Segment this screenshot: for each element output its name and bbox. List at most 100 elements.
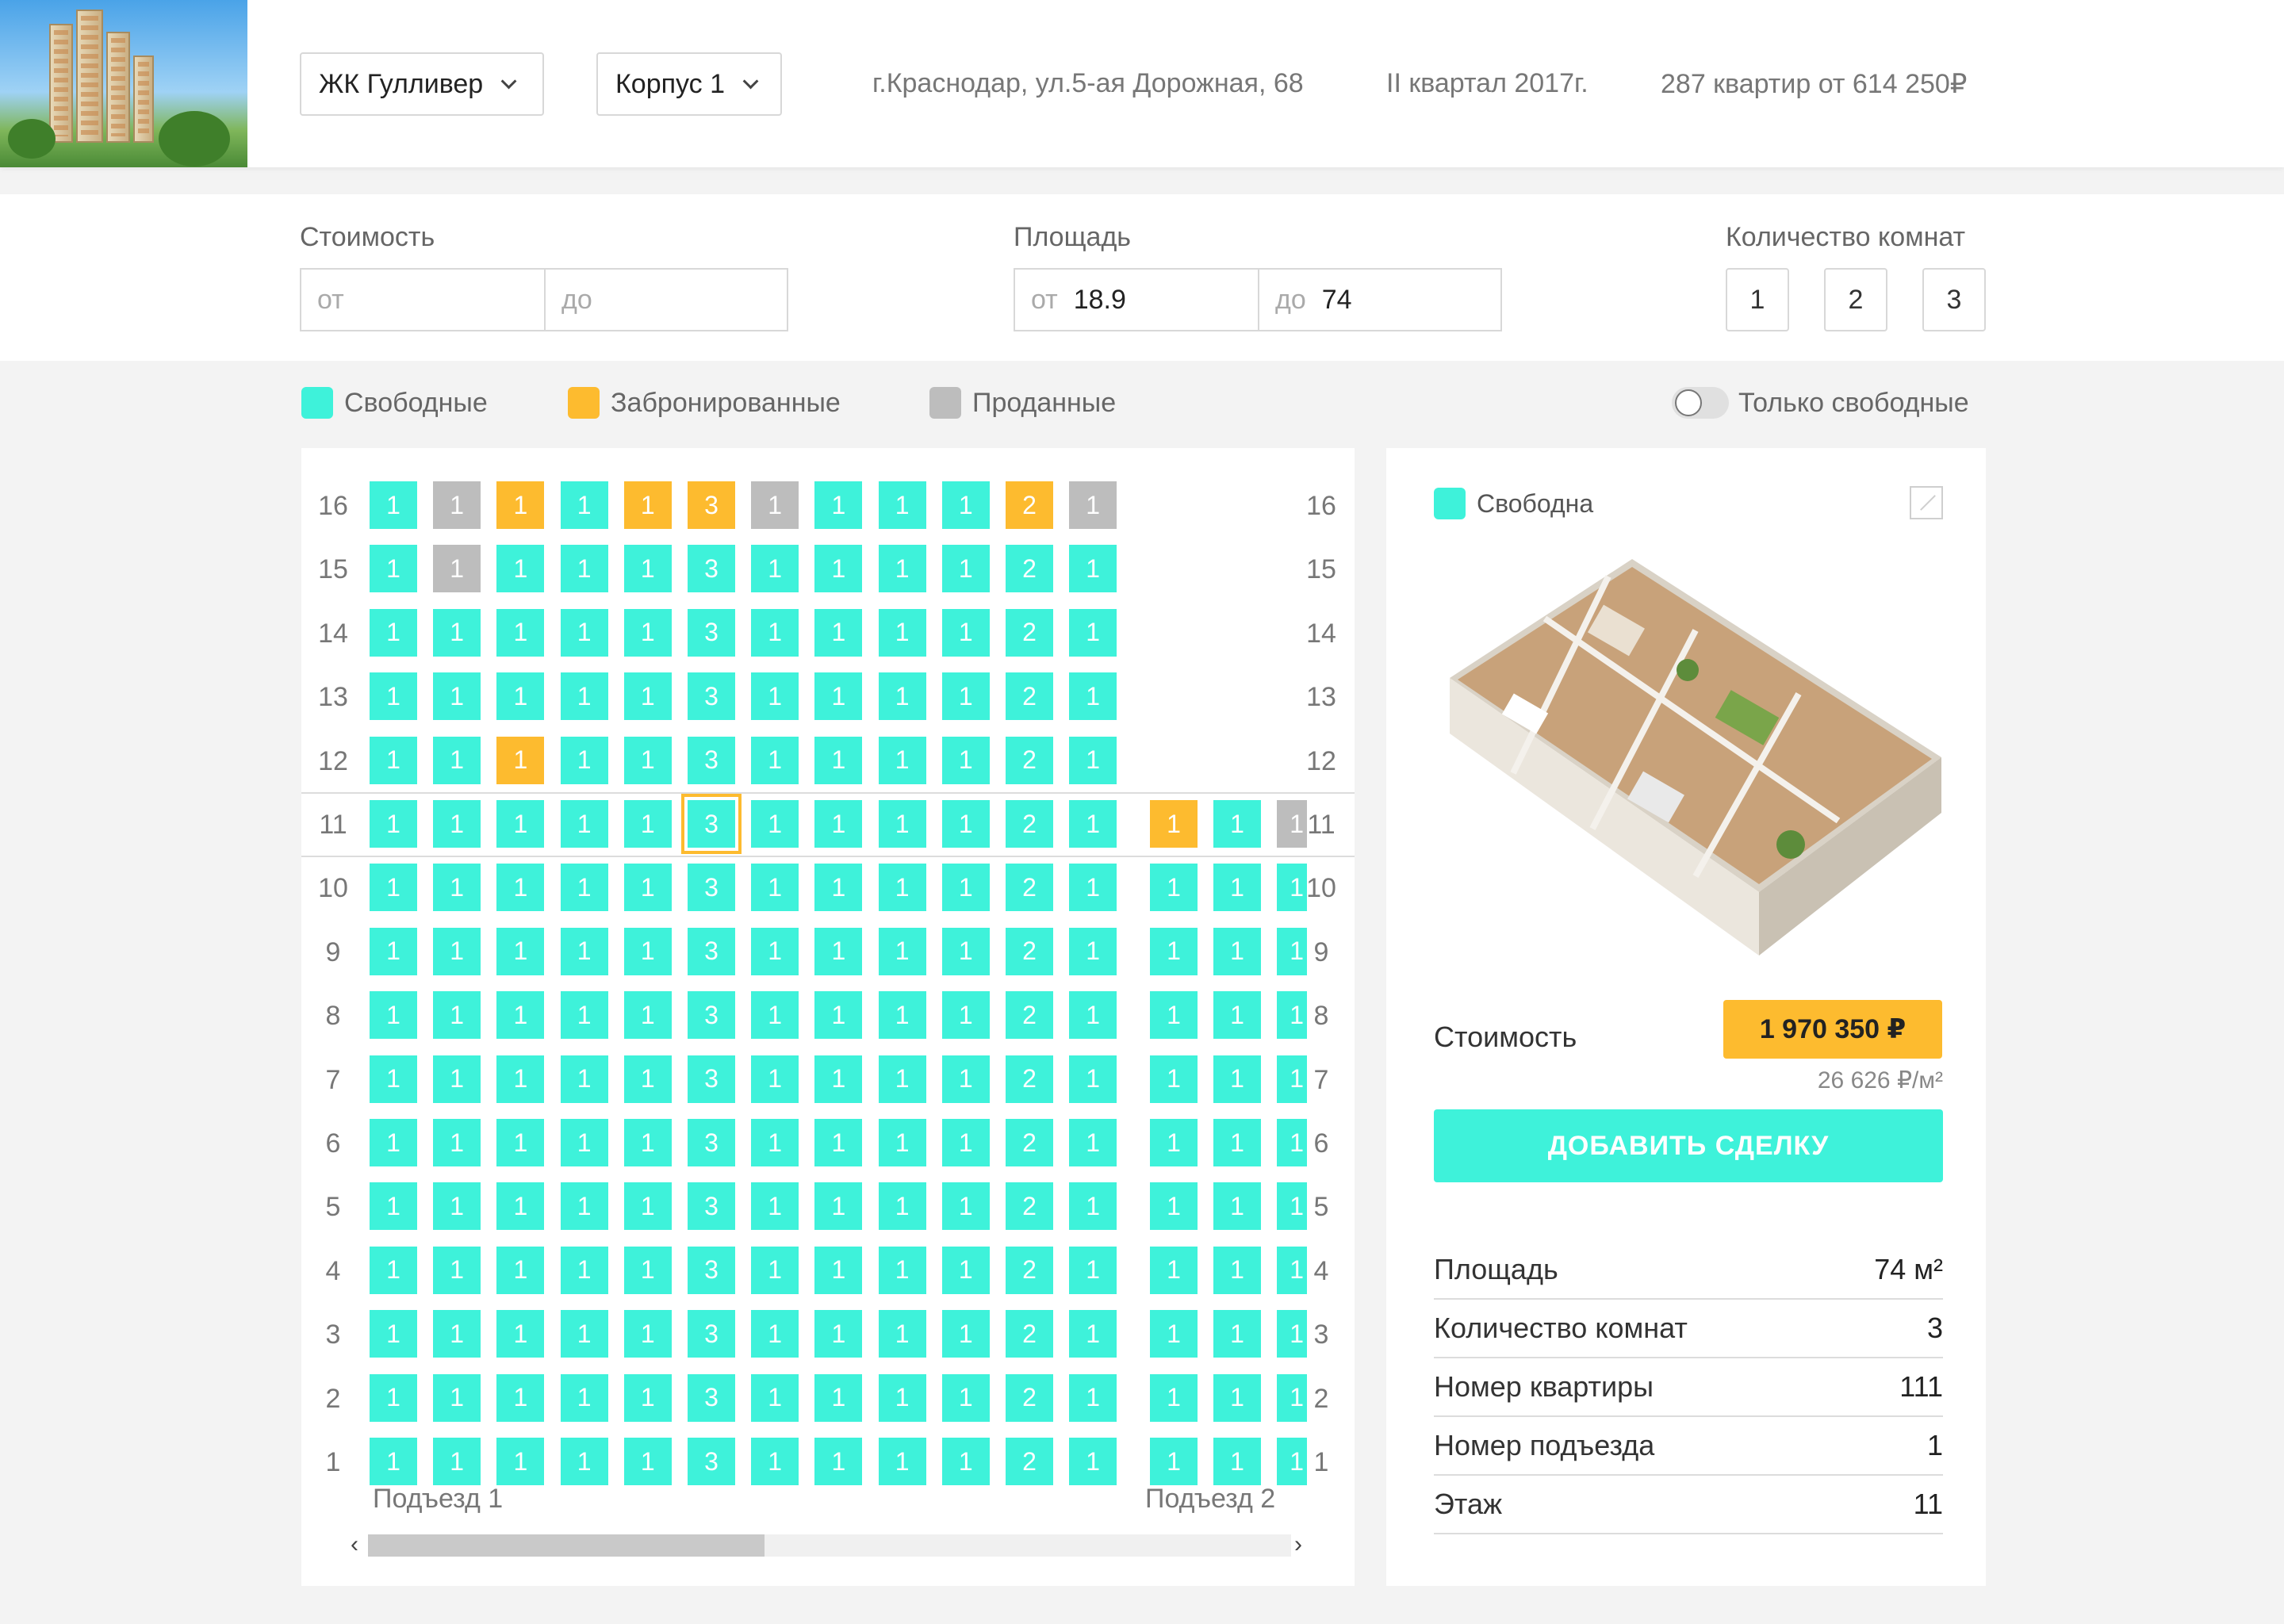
apartment-cell[interactable]: 1: [751, 800, 799, 848]
apartment-cell[interactable]: 1: [941, 927, 990, 975]
apartment-cell[interactable]: 1: [496, 800, 545, 848]
apartment-cell[interactable]: 1: [370, 672, 417, 721]
apartment-cell[interactable]: 1: [1069, 481, 1117, 529]
apartment-cell[interactable]: 1: [496, 1119, 545, 1166]
apartment-cell[interactable]: 1: [560, 1310, 608, 1358]
apartment-cell[interactable]: 1: [496, 991, 545, 1040]
apartment-cell[interactable]: 1: [623, 1182, 672, 1231]
apartment-cell[interactable]: 1: [941, 545, 990, 593]
apartment-cell[interactable]: 1: [878, 991, 926, 1040]
apartment-cell[interactable]: 1: [1213, 991, 1261, 1040]
apartment-cell[interactable]: 1: [560, 1438, 608, 1485]
apartment-cell[interactable]: 1: [1277, 1182, 1307, 1231]
apartment-cell[interactable]: 1: [941, 1182, 990, 1231]
apartment-cell[interactable]: 3: [681, 794, 742, 854]
apartment-cell[interactable]: 1: [1213, 1119, 1261, 1166]
apartment-cell[interactable]: 1: [433, 1310, 481, 1358]
apartment-cell[interactable]: 1: [1069, 1246, 1117, 1294]
apartment-cell[interactable]: 1: [433, 608, 481, 657]
apartment-cell[interactable]: 1: [623, 864, 672, 912]
apartment-cell[interactable]: 1: [751, 545, 799, 593]
apartment-cell[interactable]: 1: [878, 800, 926, 848]
apartment-cell[interactable]: 1: [1069, 1438, 1117, 1485]
apartment-cell[interactable]: 1: [878, 927, 926, 975]
apartment-cell[interactable]: 3: [688, 672, 735, 721]
scroll-left-icon[interactable]: ‹: [351, 1531, 358, 1558]
apartment-cell[interactable]: 1: [1150, 1438, 1198, 1485]
price-from-input[interactable]: от: [301, 270, 544, 330]
apartment-cell[interactable]: 1: [751, 1055, 799, 1103]
apartment-cell[interactable]: 1: [623, 1246, 672, 1294]
apartment-cell[interactable]: 1: [1213, 864, 1261, 912]
apartment-cell[interactable]: 1: [1069, 800, 1117, 848]
apartment-cell[interactable]: 2: [1006, 1246, 1053, 1294]
apartment-cell[interactable]: 3: [688, 1119, 735, 1166]
apartment-cell[interactable]: 1: [814, 736, 863, 784]
apartment-cell[interactable]: 1: [814, 864, 863, 912]
apartment-cell[interactable]: 2: [1006, 736, 1053, 784]
apartment-cell[interactable]: 1: [560, 736, 608, 784]
price-to-input[interactable]: до: [544, 270, 787, 330]
apartment-cell[interactable]: 1: [370, 1119, 417, 1166]
apartment-cell[interactable]: 1: [496, 672, 545, 721]
apartment-cell[interactable]: 3: [688, 545, 735, 593]
apartment-cell[interactable]: 1: [751, 927, 799, 975]
apartment-cell[interactable]: 3: [688, 481, 735, 529]
apartment-cell[interactable]: 1: [1069, 672, 1117, 721]
apartment-cell[interactable]: 2: [1006, 1373, 1053, 1422]
apartment-cell[interactable]: 1: [370, 736, 417, 784]
apartment-cell[interactable]: 1: [370, 608, 417, 657]
apartment-cell[interactable]: 1: [751, 736, 799, 784]
apartment-cell[interactable]: 2: [1006, 991, 1053, 1040]
apartment-cell[interactable]: 1: [623, 927, 672, 975]
apartment-cell[interactable]: 1: [941, 1373, 990, 1422]
apartment-cell[interactable]: 1: [1069, 991, 1117, 1040]
apartment-cell[interactable]: 1: [370, 1182, 417, 1231]
apartment-cell[interactable]: 1: [496, 1055, 545, 1103]
apartment-cell[interactable]: 1: [433, 1182, 481, 1231]
apartment-cell[interactable]: 3: [688, 736, 735, 784]
apartment-cell[interactable]: 1: [941, 1438, 990, 1485]
apartment-cell[interactable]: 1: [370, 800, 417, 848]
apartment-cell[interactable]: 2: [1006, 481, 1053, 529]
apartment-cell[interactable]: 1: [941, 1246, 990, 1294]
apartment-cell[interactable]: 1: [751, 991, 799, 1040]
apartment-cell[interactable]: 3: [688, 864, 735, 912]
apartment-cell[interactable]: 3: [688, 1182, 735, 1231]
apartment-cell[interactable]: 1: [1069, 545, 1117, 593]
apartment-cell[interactable]: 1: [751, 1310, 799, 1358]
apartment-cell[interactable]: 1: [878, 608, 926, 657]
building-select[interactable]: Корпус 1: [596, 52, 782, 116]
building-thumbnail[interactable]: [0, 0, 247, 167]
apartment-cell[interactable]: 1: [878, 1373, 926, 1422]
apartment-cell[interactable]: 1: [878, 1182, 926, 1231]
apartment-cell[interactable]: 1: [751, 1373, 799, 1422]
apartment-cell[interactable]: 1: [941, 481, 990, 529]
apartment-cell[interactable]: 1: [941, 608, 990, 657]
apartment-cell[interactable]: 1: [814, 545, 863, 593]
apartment-cell[interactable]: 3: [688, 1438, 735, 1485]
apartment-cell[interactable]: 1: [560, 1055, 608, 1103]
apartment-cell[interactable]: 1: [496, 736, 545, 784]
apartment-cell[interactable]: 2: [1006, 1438, 1053, 1485]
apartment-cell[interactable]: 1: [814, 1055, 863, 1103]
apartment-cell[interactable]: 1: [1069, 1310, 1117, 1358]
apartment-cell[interactable]: 1: [370, 1055, 417, 1103]
apartment-cell[interactable]: 1: [814, 608, 863, 657]
apartment-cell[interactable]: 1: [751, 672, 799, 721]
apartment-cell[interactable]: 3: [688, 1373, 735, 1422]
apartment-cell[interactable]: 1: [814, 1373, 863, 1422]
add-deal-button[interactable]: ДОБАВИТЬ СДЕЛКУ: [1434, 1109, 1943, 1182]
apartment-cell[interactable]: 1: [560, 991, 608, 1040]
apartment-cell[interactable]: 2: [1006, 672, 1053, 721]
apartment-cell[interactable]: 2: [1006, 927, 1053, 975]
apartment-cell[interactable]: 1: [433, 1373, 481, 1422]
apartment-cell[interactable]: 1: [751, 1246, 799, 1294]
apartment-cell[interactable]: 1: [878, 736, 926, 784]
apartment-cell[interactable]: 1: [878, 864, 926, 912]
apartment-cell[interactable]: 1: [1069, 608, 1117, 657]
apartment-cell[interactable]: 1: [751, 1438, 799, 1485]
apartment-cell[interactable]: 1: [941, 800, 990, 848]
apartment-cell[interactable]: 1: [1213, 1246, 1261, 1294]
apartment-cell[interactable]: 1: [1277, 1119, 1307, 1166]
